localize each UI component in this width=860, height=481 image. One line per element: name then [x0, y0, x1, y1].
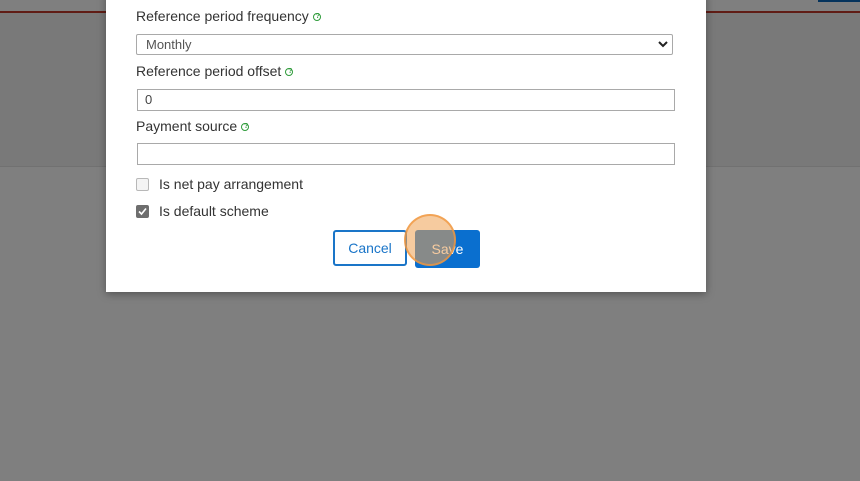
save-button[interactable]: Save	[415, 230, 480, 268]
scheme-edit-dialog: Reference period frequency Monthly Refer…	[106, 0, 706, 292]
reference-period-frequency-label: Reference period frequency	[136, 8, 322, 24]
cancel-button[interactable]: Cancel	[333, 230, 407, 266]
reference-period-frequency-select[interactable]: Monthly	[136, 34, 673, 55]
reference-period-offset-label: Reference period offset	[136, 63, 294, 79]
default-scheme-label: Is default scheme	[159, 203, 269, 219]
payment-source-label-text: Payment source	[136, 118, 238, 134]
chevron-down-icon	[658, 41, 668, 48]
net-pay-arrangement-row: Is net pay arrangement	[136, 176, 303, 192]
payment-source-label: Payment source	[136, 118, 250, 134]
default-scheme-row: Is default scheme	[136, 203, 269, 219]
reference-period-offset-value: 0	[145, 92, 153, 107]
net-pay-arrangement-label: Is net pay arrangement	[159, 176, 303, 192]
reference-period-frequency-value: Monthly	[146, 37, 192, 52]
net-pay-arrangement-checkbox[interactable]	[136, 177, 149, 191]
checkmark-icon	[138, 207, 147, 215]
reference-period-offset-label-text: Reference period offset	[136, 63, 282, 79]
help-circle-icon[interactable]	[241, 122, 250, 132]
payment-source-input[interactable]	[137, 143, 675, 165]
reference-period-offset-input[interactable]: 0	[137, 89, 675, 111]
default-scheme-checkbox[interactable]	[136, 204, 149, 218]
help-circle-icon[interactable]	[285, 67, 294, 77]
help-circle-icon[interactable]	[312, 12, 322, 22]
reference-period-frequency-label-text: Reference period frequency	[136, 8, 309, 24]
